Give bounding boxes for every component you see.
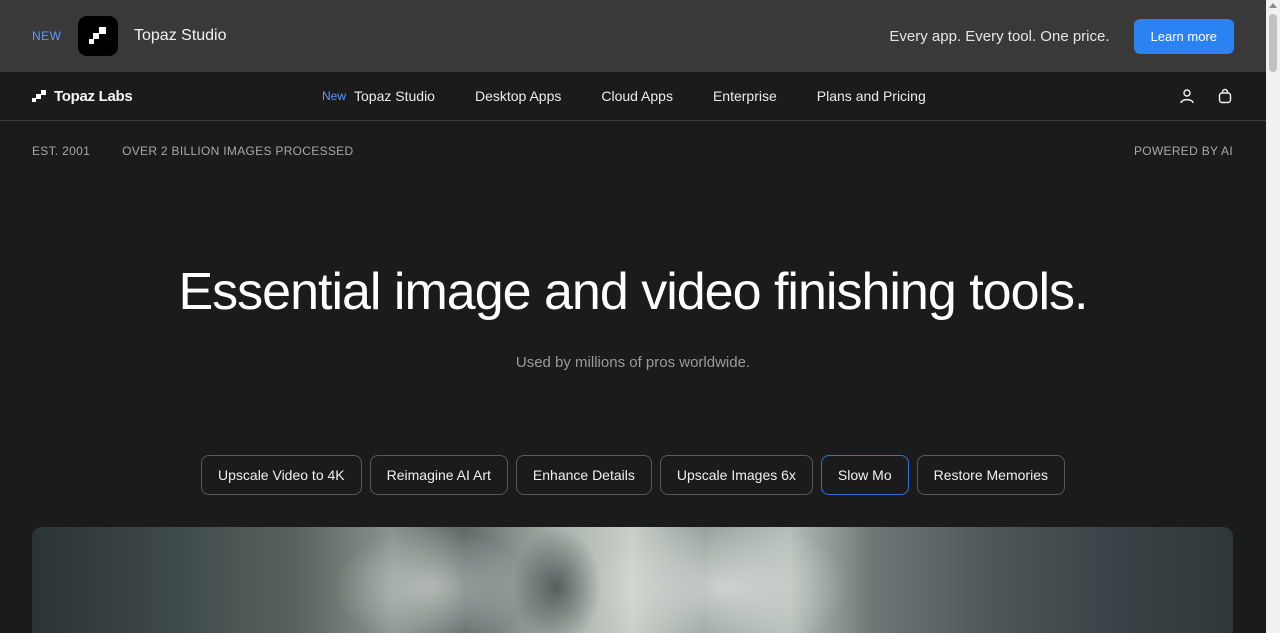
topaz-labs-mark-icon (32, 89, 46, 102)
main-navbar: Topaz Labs New Topaz Studio Desktop Apps… (0, 72, 1266, 121)
pill-upscale-images-6x[interactable]: Upscale Images 6x (659, 455, 813, 495)
page-scrollbar[interactable] (1266, 0, 1280, 633)
nav-new-badge: New (322, 89, 347, 103)
promo-banner: NEW Topaz Studio Every app. Every tool. … (0, 0, 1266, 72)
promo-tagline: Every app. Every tool. One price. (889, 27, 1110, 45)
brand-name: Topaz Labs (54, 87, 133, 105)
promo-right: Every app. Every tool. One price. Learn … (889, 18, 1234, 54)
nav-link-enterprise[interactable]: Enterprise (713, 88, 777, 104)
pill-enhance-details[interactable]: Enhance Details (515, 455, 652, 495)
hero-subtitle: Used by millions of pros worldwide. (515, 354, 751, 371)
shadow-overlay (512, 527, 602, 633)
pill-upscale-video-4k[interactable]: Upscale Video to 4K (201, 455, 362, 495)
nav-link-label: Topaz Studio (354, 88, 435, 104)
nav-link-desktop-apps[interactable]: Desktop Apps (475, 88, 561, 104)
promo-new-badge: NEW (32, 29, 62, 43)
nav-links: New Topaz Studio Desktop Apps Cloud Apps… (322, 88, 966, 104)
mist-overlay (332, 527, 532, 633)
hero-media-preview (32, 527, 1233, 633)
topaz-studio-logo-icon (78, 16, 118, 56)
scrollbar-thumb[interactable] (1269, 14, 1277, 72)
nav-icons (1178, 87, 1234, 105)
brand-logo[interactable]: Topaz Labs (32, 88, 322, 105)
promo-title: Topaz Studio (134, 27, 227, 44)
nav-link-plans-pricing[interactable]: Plans and Pricing (817, 88, 926, 104)
images-processed-text: OVER 2 BILLION IMAGES PROCESSED (122, 144, 354, 158)
mist-overlay (592, 527, 852, 633)
hero-title: Essential image and video finishing tool… (178, 263, 1088, 321)
scroll-up-arrow-icon[interactable] (1269, 3, 1277, 8)
feature-pills: Upscale Video to 4K Reimagine AI Art Enh… (0, 455, 1266, 495)
established-text: EST. 2001 (32, 144, 91, 158)
pill-slow-mo[interactable]: Slow Mo (820, 455, 909, 495)
nav-link-topaz-studio[interactable]: New Topaz Studio (322, 88, 435, 104)
learn-more-button[interactable]: Learn more (1133, 18, 1234, 54)
pill-restore-memories[interactable]: Restore Memories (916, 455, 1065, 495)
pill-reimagine-ai-art[interactable]: Reimagine AI Art (369, 455, 508, 495)
powered-by-ai-text: POWERED BY AI (1133, 144, 1233, 158)
info-strip: EST. 2001 OVER 2 BILLION IMAGES PROCESSE… (32, 144, 1233, 158)
cart-icon[interactable] (1216, 87, 1234, 105)
nav-link-cloud-apps[interactable]: Cloud Apps (601, 88, 673, 104)
account-icon[interactable] (1178, 87, 1196, 105)
